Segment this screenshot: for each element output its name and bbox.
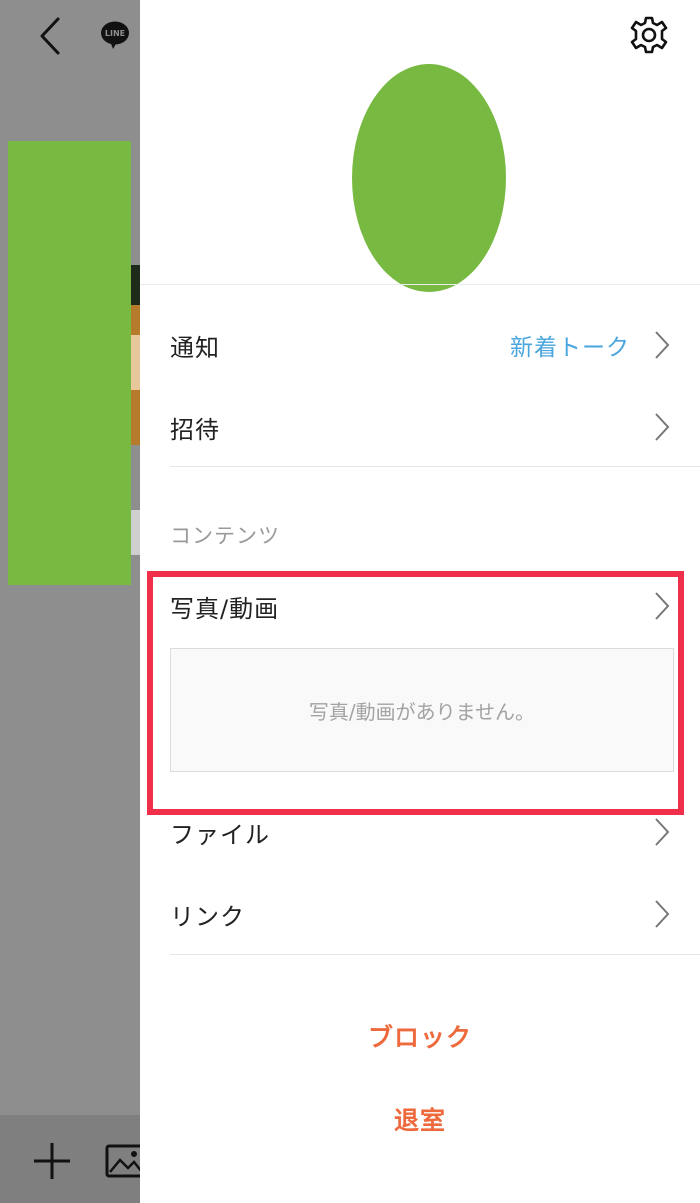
- links-row[interactable]: リンク: [170, 884, 670, 944]
- profile-avatar[interactable]: [352, 64, 506, 292]
- chevron-right-icon: [655, 818, 670, 846]
- line-logo-icon: LINE: [101, 21, 129, 49]
- notification-row[interactable]: 通知 新着トーク: [170, 315, 670, 375]
- plus-icon: [34, 1143, 70, 1179]
- add-button[interactable]: [30, 1139, 74, 1183]
- section-divider: [170, 466, 700, 467]
- notification-label: 通知: [170, 333, 220, 362]
- invite-row[interactable]: 招待: [170, 397, 670, 457]
- message-bubble: [131, 510, 140, 555]
- background-chat-screen: LINE: [0, 0, 140, 1203]
- image-icon: [105, 1144, 140, 1178]
- contact-image-placeholder: [8, 141, 131, 585]
- notification-value: 新着トーク: [510, 335, 630, 361]
- invite-label: 招待: [170, 415, 220, 444]
- line-logo-text: LINE: [105, 29, 125, 38]
- chat-settings-drawer: 通知 新着トーク 招待 コンテンツ 写真/動画 写真/動画がありません。 ファイ…: [140, 0, 700, 1203]
- links-label: リンク: [170, 902, 245, 931]
- chevron-right-icon: [655, 592, 670, 620]
- chevron-right-icon: [655, 900, 670, 928]
- header-divider: [140, 284, 700, 285]
- chevron-right-icon: [655, 331, 670, 359]
- photos-videos-row[interactable]: 写真/動画: [170, 576, 670, 636]
- section-divider: [170, 954, 700, 955]
- image-button[interactable]: [104, 1141, 140, 1181]
- contents-section-title: コンテンツ: [170, 524, 280, 548]
- photos-videos-label: 写真/動画: [170, 594, 280, 623]
- settings-button[interactable]: [628, 14, 670, 56]
- media-empty-message: 写真/動画がありません。: [308, 699, 536, 724]
- chevron-left-icon: [40, 17, 60, 55]
- block-button[interactable]: ブロック: [140, 1018, 700, 1054]
- files-row[interactable]: ファイル: [170, 802, 670, 862]
- chat-input-bar: [0, 1115, 140, 1203]
- back-button[interactable]: [30, 14, 70, 58]
- gear-icon: [630, 16, 668, 54]
- files-label: ファイル: [170, 820, 270, 849]
- leave-button[interactable]: 退室: [140, 1101, 700, 1137]
- sticker-image: [131, 265, 140, 445]
- media-empty-state: 写真/動画がありません。: [170, 648, 674, 772]
- chevron-right-icon: [655, 413, 670, 441]
